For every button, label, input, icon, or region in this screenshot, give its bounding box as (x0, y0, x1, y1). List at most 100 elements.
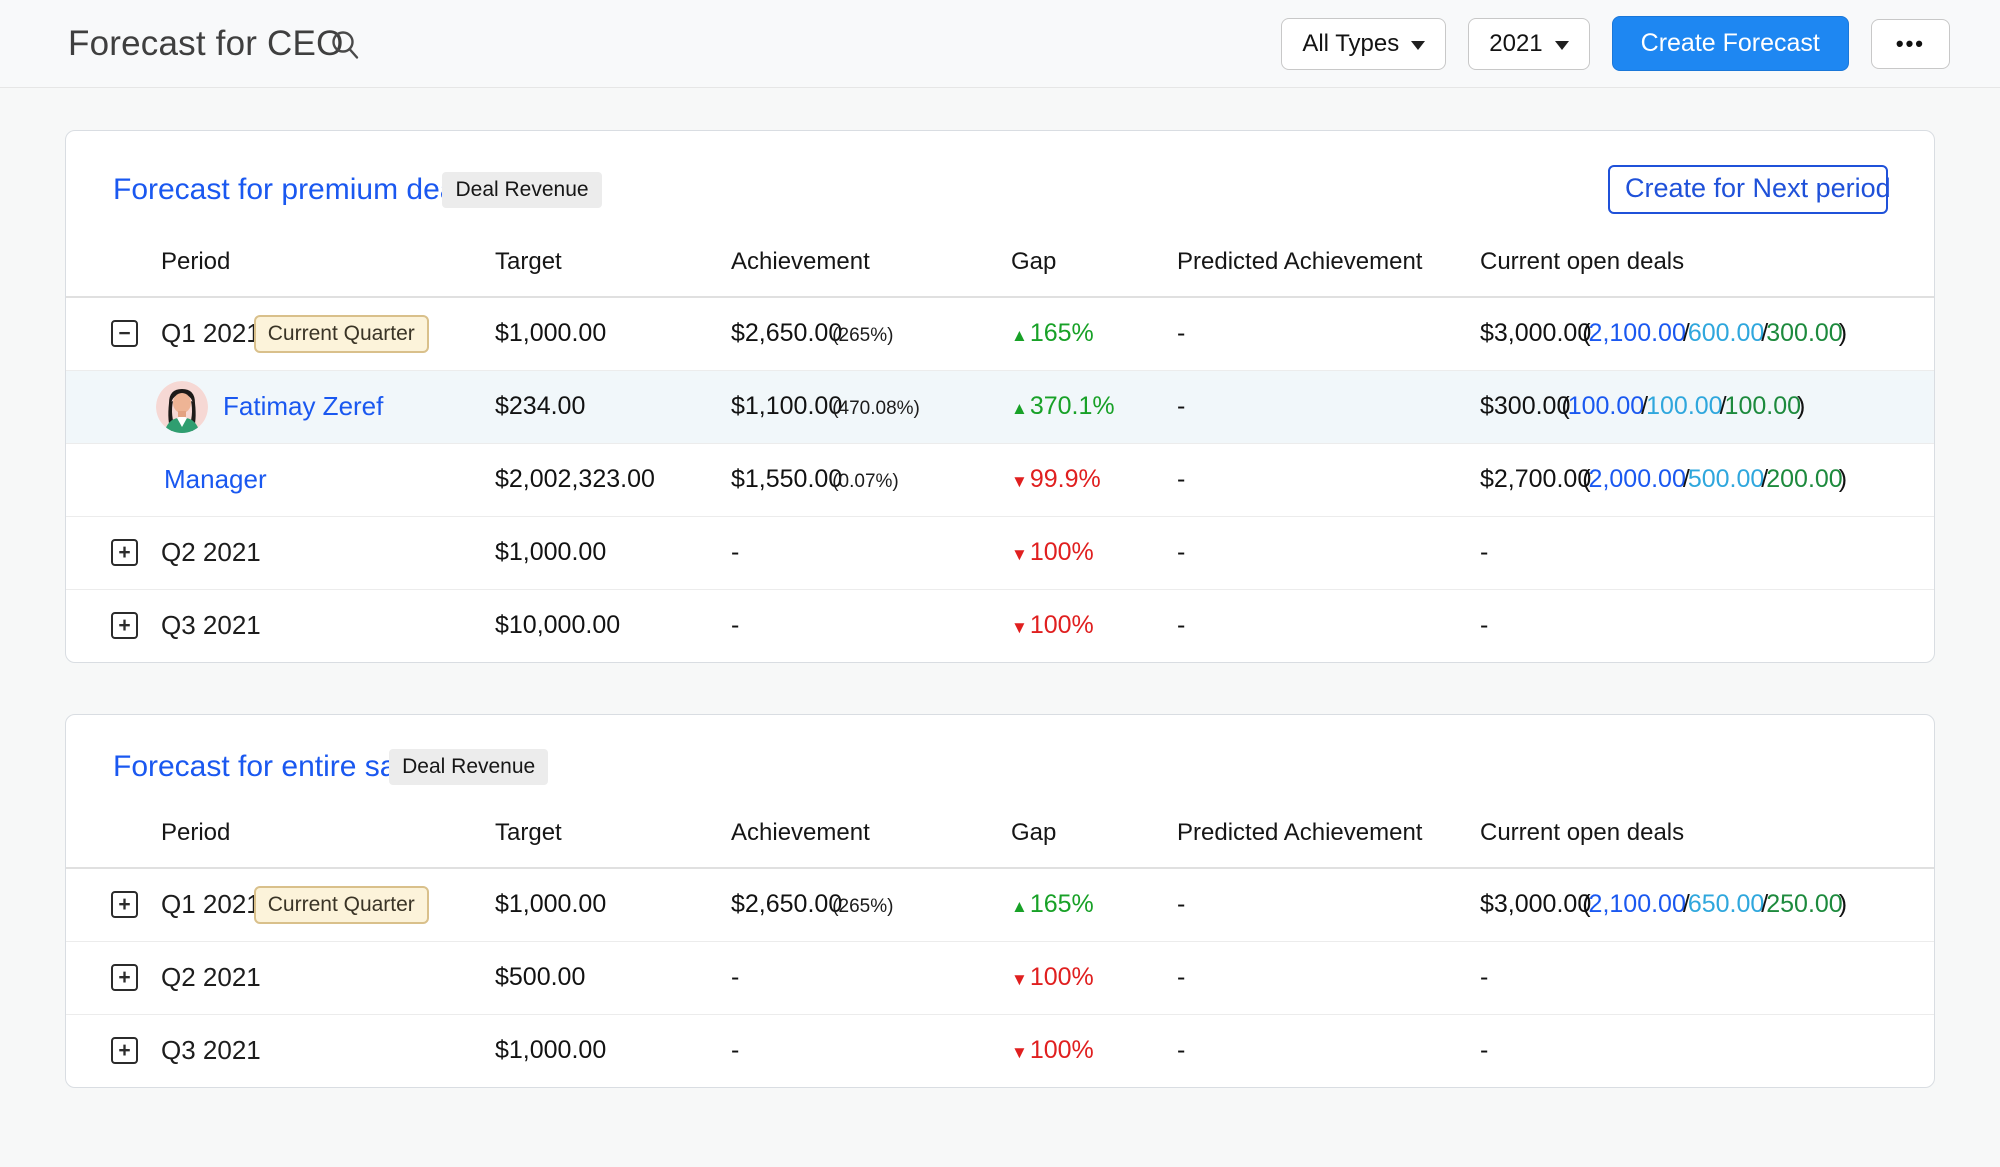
predicted-achievement-cell: - (1177, 1014, 1480, 1087)
open-deals-stage1: 2,100.00 (1589, 319, 1686, 347)
arrow-down-icon: ▼ (1011, 472, 1028, 491)
deal-revenue-tag: Deal Revenue (442, 172, 601, 208)
period-cell: +Q2 2021 (66, 516, 495, 589)
open-deals-stage2: 650.00 (1688, 890, 1764, 918)
gap-value: ▼100% (1011, 611, 1094, 639)
achievement-percent: (470.08%) (832, 398, 920, 419)
achievement-cell: - (731, 516, 1011, 589)
avatar-image (156, 381, 208, 433)
target-cell: $500.00 (495, 941, 731, 1014)
achievement-cell: - (731, 589, 1011, 662)
open-deals-stage3: 300.00 (1766, 319, 1842, 347)
type-filter-value: All Types (1302, 30, 1399, 58)
forecast-table: PeriodTargetAchievementGapPredicted Achi… (66, 809, 1935, 1087)
target-cell: $1,000.00 (495, 1014, 731, 1087)
year-filter-dropdown[interactable]: 2021 (1468, 18, 1589, 70)
predicted-achievement-cell: - (1177, 868, 1480, 941)
predicted-achievement-cell: - (1177, 370, 1480, 443)
open-deals-total: $300.00 (1480, 392, 1570, 420)
open-deals-total: $3,000.00 (1480, 319, 1591, 347)
open-deals-total: $3,000.00 (1480, 890, 1591, 918)
achievement-cell: - (731, 941, 1011, 1014)
user-link[interactable]: Manager (164, 464, 267, 495)
create-forecast-button[interactable]: Create Forecast (1612, 16, 1849, 71)
period-cell: + Q3 2021 (66, 589, 495, 662)
user-link[interactable]: Fatimay Zeref (223, 391, 383, 422)
open-deals-stage3: 100.00 (1725, 392, 1801, 420)
table-row: +Q3 2021$10,000.00-▼100%-- (66, 589, 1935, 662)
achievement-percent: (265%) (832, 325, 893, 346)
table-row: +Q1 2021Current Quarter$1,000.00$2,650.0… (66, 868, 1935, 941)
column-header-gap: Gap (1011, 809, 1177, 868)
forecast-title-link[interactable]: Forecast for entire sal (113, 750, 403, 784)
expand-row-icon[interactable]: + (111, 964, 138, 991)
card-header: Forecast for entire sal Deal Revenue (66, 715, 1934, 809)
period-label: Q3 2021 (161, 610, 261, 641)
gap-value: ▼100% (1011, 963, 1094, 991)
open-deals-stage1: 2,100.00 (1589, 890, 1686, 918)
table-row: +Q3 2021$1,000.00-▼100%-- (66, 1014, 1935, 1087)
achievement-value: - (731, 1036, 739, 1064)
create-for-next-period-button[interactable]: Create for Next period (1608, 165, 1888, 214)
predicted-achievement-cell: - (1177, 297, 1480, 370)
gap-cell: ▲165% (1011, 297, 1177, 370)
table-row: +Q2 2021$500.00-▼100%-- (66, 941, 1935, 1014)
achievement-percent: (265%) (832, 896, 893, 917)
achievement-cell: $2,650.00(265%) (731, 868, 1011, 941)
type-filter-dropdown[interactable]: All Types (1281, 18, 1446, 70)
achievement-cell: $1,550.00(0.07%) (731, 443, 1011, 516)
current-open-deals-cell: $3,000.00(2,100.00/650.00/250.00) (1480, 868, 1935, 941)
forecast-title-link[interactable]: Forecast for premium dea (113, 173, 456, 207)
arrow-down-icon: ▼ (1011, 1043, 1028, 1062)
open-deals-stage2: 500.00 (1688, 465, 1764, 493)
expand-row-icon[interactable]: + (111, 1037, 138, 1064)
topbar-actions: All Types 2021 Create Forecast ••• (1281, 16, 1950, 71)
arrow-down-icon: ▼ (1011, 545, 1028, 564)
achievement-value: $2,650.00 (731, 890, 842, 918)
period-cell: + Q2 2021 (66, 941, 495, 1014)
deal-revenue-tag: Deal Revenue (389, 749, 548, 785)
achievement-cell: - (731, 1014, 1011, 1087)
forecast-table: PeriodTargetAchievementGapPredicted Achi… (66, 238, 1935, 662)
period-label: Q3 2021 (161, 1035, 261, 1066)
predicted-achievement-cell: - (1177, 589, 1480, 662)
table-header-row: PeriodTargetAchievementGapPredicted Achi… (66, 809, 1935, 868)
expand-row-icon[interactable]: + (111, 612, 138, 639)
expand-row-icon[interactable]: + (111, 891, 138, 918)
open-deals-stage1: 100.00 (1568, 392, 1644, 420)
open-deals-stage3: 200.00 (1766, 465, 1842, 493)
collapse-row-icon[interactable]: − (111, 320, 138, 347)
achievement-value: - (731, 611, 739, 639)
search-icon[interactable] (328, 28, 364, 69)
open-deals-stage1: 2,000.00 (1589, 465, 1686, 493)
target-cell: $2,002,323.00 (495, 443, 731, 516)
gap-cell: ▼99.9% (1011, 443, 1177, 516)
column-header-gap: Gap (1011, 238, 1177, 297)
caret-down-icon (1411, 41, 1425, 50)
year-filter-value: 2021 (1489, 30, 1542, 58)
period-cell: + Q3 2021 (66, 1014, 495, 1087)
gap-value: ▲370.1% (1011, 392, 1115, 420)
predicted-achievement-cell: - (1177, 941, 1480, 1014)
period-label: Q2 2021 (161, 962, 261, 993)
gap-value: ▼100% (1011, 538, 1094, 566)
target-cell: $1,000.00 (495, 868, 731, 941)
arrow-down-icon: ▼ (1011, 618, 1028, 637)
achievement-cell: $2,650.00(265%) (731, 297, 1011, 370)
table-row: −Q1 2021Current Quarter$1,000.00$2,650.0… (66, 297, 1935, 370)
current-open-deals-cell: - (1480, 941, 1935, 1014)
expand-row-icon[interactable]: + (111, 539, 138, 566)
target-cell: $1,000.00 (495, 297, 731, 370)
column-header-achievement: Achievement (731, 809, 1011, 868)
gap-cell: ▲370.1% (1011, 370, 1177, 443)
open-deals-stage3: 250.00 (1766, 890, 1842, 918)
column-header-predicted-achievement: Predicted Achievement (1177, 809, 1480, 868)
column-header-target: Target (495, 809, 731, 868)
gap-value: ▼100% (1011, 1036, 1094, 1064)
gap-value: ▼99.9% (1011, 465, 1101, 493)
current-open-deals-cell: - (1480, 1014, 1935, 1087)
arrow-up-icon: ▲ (1011, 326, 1028, 345)
open-deals-total: $2,700.00 (1480, 465, 1591, 493)
more-options-button[interactable]: ••• (1871, 19, 1950, 69)
table-row: +Q2 2021$1,000.00-▼100%-- (66, 516, 1935, 589)
